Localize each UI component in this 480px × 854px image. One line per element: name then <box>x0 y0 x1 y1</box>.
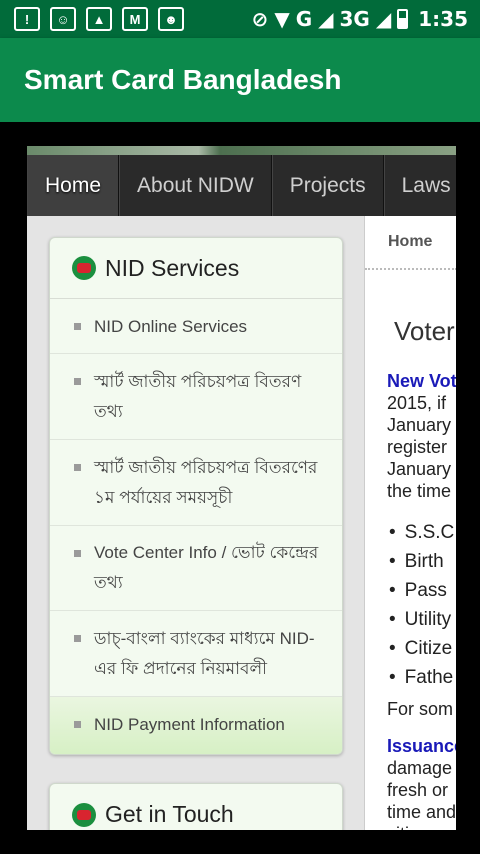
site-header-strip <box>27 146 456 155</box>
nav-about[interactable]: About NIDW <box>119 155 272 216</box>
webview[interactable]: Home About NIDW Projects Laws NID Servic… <box>27 146 456 830</box>
get-in-touch-header: Get in Touch <box>50 784 342 830</box>
status-bar: ! ☺ ▲ M ☻ ⊘ ▼ G ◢ 3G ◢ 1:35 <box>0 0 480 38</box>
notification-icons: ! ☺ ▲ M ☻ <box>14 7 184 31</box>
signal-icon: ◢ <box>318 7 334 31</box>
new-voter-link[interactable]: New Vot <box>387 370 456 392</box>
get-in-touch-title: Get in Touch <box>105 801 234 827</box>
get-in-touch-box: Get in Touch <box>49 783 343 830</box>
service-link[interactable]: NID Payment Information <box>50 697 342 754</box>
signal-icon: ◢ <box>375 7 392 31</box>
nav-projects[interactable]: Projects <box>271 155 384 216</box>
system-icons: ⊘ ▼ G ◢ 3G ◢ 1:35 <box>252 7 468 31</box>
sidebar: NID Services NID Online Services স্মার্ট… <box>27 216 364 830</box>
list-item: Birth <box>389 547 454 576</box>
gmail-icon: M <box>122 7 148 31</box>
image-icon: ▲ <box>86 7 112 31</box>
alert-icon: ! <box>14 7 40 31</box>
nid-services-box: NID Services NID Online Services স্মার্ট… <box>49 237 343 755</box>
document-list: S.S.C Birth Pass Utility Citize Fathe <box>389 518 455 692</box>
nid-services-header: NID Services <box>50 238 342 299</box>
page-title: Voter <box>394 316 455 346</box>
service-link[interactable]: স্মার্ট জাতীয় পরিচয়পত্র বিতরণের ১ম পর্… <box>50 440 342 526</box>
bangladesh-seal-icon <box>72 256 96 280</box>
app-title: Smart Card Bangladesh <box>24 64 342 95</box>
list-item: Fathe <box>389 663 454 692</box>
battery-icon <box>397 9 409 29</box>
list-item: Pass <box>389 576 454 605</box>
square-bullet-icon <box>74 635 81 642</box>
breadcrumb-home[interactable]: Home <box>388 233 432 250</box>
app-bar: Smart Card Bangladesh <box>0 38 480 122</box>
site-nav: Home About NIDW Projects Laws <box>27 155 456 216</box>
paragraph-new-voter: New Vot 2015, if January register Januar… <box>387 370 456 501</box>
square-bullet-icon <box>74 721 81 728</box>
network-type: G <box>295 7 313 31</box>
service-link[interactable]: ডাচ্-বাংলা ব্যাংকের মাধ্যমে NID-এর ফি প্… <box>50 611 342 697</box>
square-bullet-icon <box>74 323 81 330</box>
service-link[interactable]: স্মার্ট জাতীয় পরিচয়পত্র বিতরণ তথ্য <box>50 354 342 440</box>
issuance-link[interactable]: Issuance <box>387 735 456 757</box>
clock: 1:35 <box>418 7 468 31</box>
list-item: Citize <box>389 634 454 663</box>
message-icon: ☻ <box>158 7 184 31</box>
service-link[interactable]: Vote Center Info / ভোট কেন্দ্রের তথ্য <box>50 526 342 611</box>
face-notification-icon: ☺ <box>50 7 76 31</box>
wifi-icon: ▼ <box>274 7 290 31</box>
square-bullet-icon <box>74 378 81 385</box>
square-bullet-icon <box>74 464 81 471</box>
list-item: S.S.C <box>389 518 455 547</box>
list-item: Utility <box>389 605 454 634</box>
breadcrumb: Home <box>365 216 456 270</box>
paragraph-some: For som <box>387 699 454 719</box>
square-bullet-icon <box>74 550 81 557</box>
nav-laws[interactable]: Laws <box>383 155 456 216</box>
service-link[interactable]: NID Online Services <box>50 299 342 354</box>
dnd-icon: ⊘ <box>251 7 269 31</box>
nid-services-title: NID Services <box>105 254 240 281</box>
main-content: Home Voter New Vot 2015, if January regi… <box>364 216 456 830</box>
network-type-3g: 3G <box>339 7 370 31</box>
nav-home[interactable]: Home <box>27 155 120 216</box>
bangladesh-seal-icon <box>72 802 96 827</box>
paragraph-issuance: Issuance damage fresh or time and citize… <box>387 735 456 830</box>
